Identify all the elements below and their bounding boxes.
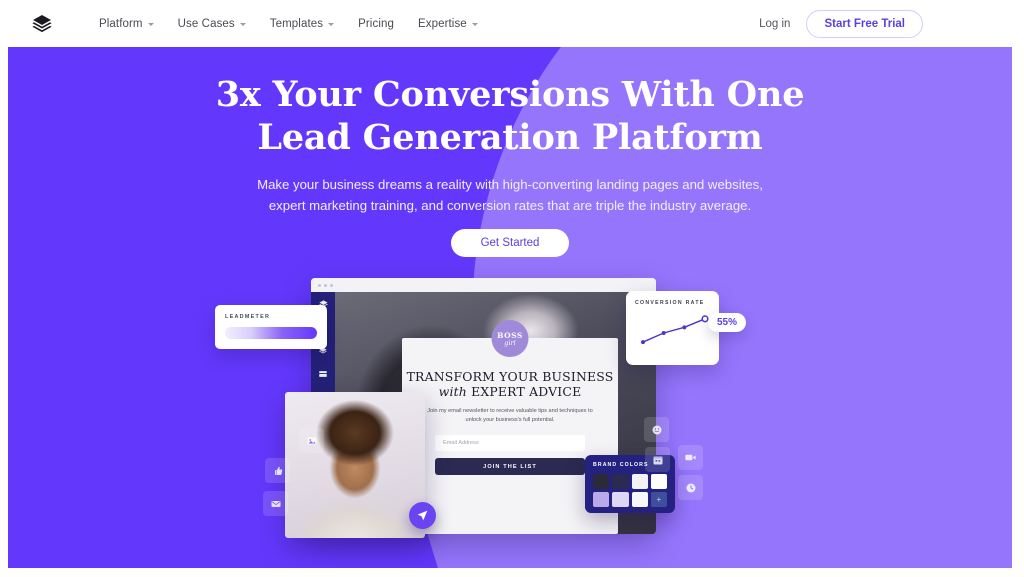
layers-logo-icon[interactable] xyxy=(29,11,55,37)
thumbs-up-icon[interactable] xyxy=(265,458,290,483)
clock-icon[interactable] xyxy=(678,475,703,500)
image-icon[interactable] xyxy=(299,428,324,453)
preview-paragraph-line-1: Join my email newsletter to receive valu… xyxy=(427,408,587,414)
rows-icon[interactable] xyxy=(318,368,329,379)
preview-paragraph: Join my email newsletter to receive valu… xyxy=(424,407,596,425)
color-swatch[interactable] xyxy=(612,474,629,489)
color-swatch[interactable] xyxy=(612,492,629,507)
email-field[interactable]: Email Address xyxy=(435,435,585,451)
nav-item-platform[interactable]: Platform xyxy=(99,18,154,30)
window-dot xyxy=(330,283,333,287)
chart-data-point xyxy=(641,340,645,345)
calendar-icon[interactable] xyxy=(645,447,670,472)
conversion-rate-card: CONVERSION RATE xyxy=(626,291,719,365)
brand-color-swatch-grid: + xyxy=(593,474,667,507)
leadmeter-progress-bar xyxy=(225,327,317,339)
preview-heading-italic: with xyxy=(438,384,467,399)
brand-logo-badge: BOSS girl xyxy=(491,320,529,357)
nav-links: Platform Use Cases Templates Pricing Exp… xyxy=(99,18,478,30)
chart-data-point xyxy=(701,315,709,323)
preview-heading: TRANSFORM YOUR BUSINESS with EXPERT ADVI… xyxy=(402,369,618,399)
video-camera-icon[interactable] xyxy=(678,445,703,470)
landing-page: Platform Use Cases Templates Pricing Exp… xyxy=(0,0,1024,577)
top-navigation-bar: Platform Use Cases Templates Pricing Exp… xyxy=(0,0,1024,47)
window-dot xyxy=(318,283,321,287)
chevron-down-icon xyxy=(328,23,335,26)
nav-item-expertise[interactable]: Expertise xyxy=(418,18,478,30)
chevron-down-icon xyxy=(239,23,246,26)
nav-item-pricing[interactable]: Pricing xyxy=(358,18,394,30)
nav-item-label: Pricing xyxy=(358,17,394,30)
nav-item-label: Use Cases xyxy=(177,17,235,30)
color-swatch[interactable] xyxy=(650,474,667,489)
color-swatch[interactable] xyxy=(593,492,610,507)
leadmeter-title: LEADMETER xyxy=(225,314,271,320)
nav-item-label: Platform xyxy=(99,17,143,30)
portrait-photo-card xyxy=(285,392,425,538)
conversion-rate-badge: 55% xyxy=(708,313,747,332)
conversion-rate-chart xyxy=(635,309,713,357)
smiley-icon[interactable] xyxy=(644,417,669,442)
chart-data-point xyxy=(661,331,666,335)
preview-heading-line-2: EXPERT ADVICE xyxy=(471,384,582,399)
start-free-trial-button[interactable]: Start Free Trial xyxy=(806,9,923,38)
login-link[interactable]: Log in xyxy=(759,18,790,30)
nav-item-label: Expertise xyxy=(417,17,467,30)
add-swatch-button[interactable]: + xyxy=(650,492,667,507)
preview-heading-line-1: TRANSFORM YOUR BUSINESS xyxy=(406,369,614,384)
cursor-send-icon[interactable] xyxy=(409,502,436,529)
color-swatch[interactable] xyxy=(593,474,610,489)
brand-logo-bottom: girl xyxy=(504,338,516,347)
leadmeter-card: LEADMETER xyxy=(215,305,327,349)
color-swatch[interactable] xyxy=(631,474,648,489)
message-icon[interactable] xyxy=(263,491,288,516)
nav-actions: Log in Start Free Trial xyxy=(759,9,923,38)
join-the-list-button[interactable]: JOIN THE LIST xyxy=(435,458,585,475)
chevron-down-icon xyxy=(471,23,478,26)
nav-item-use-cases[interactable]: Use Cases xyxy=(178,18,246,30)
editor-titlebar xyxy=(311,278,656,292)
chart-data-point xyxy=(682,325,687,330)
conversion-rate-title: CONVERSION RATE xyxy=(635,300,705,306)
window-dot xyxy=(324,283,327,287)
hero-illustration: BOSS girl TRANSFORM YOUR BUSINESS with E… xyxy=(8,47,1012,568)
nav-item-label: Templates xyxy=(269,17,324,30)
chevron-down-icon xyxy=(147,23,154,26)
color-swatch[interactable] xyxy=(631,492,648,507)
nav-item-templates[interactable]: Templates xyxy=(269,17,335,30)
hero-section: 3x Your Conversions With One Lead Genera… xyxy=(8,47,1012,568)
